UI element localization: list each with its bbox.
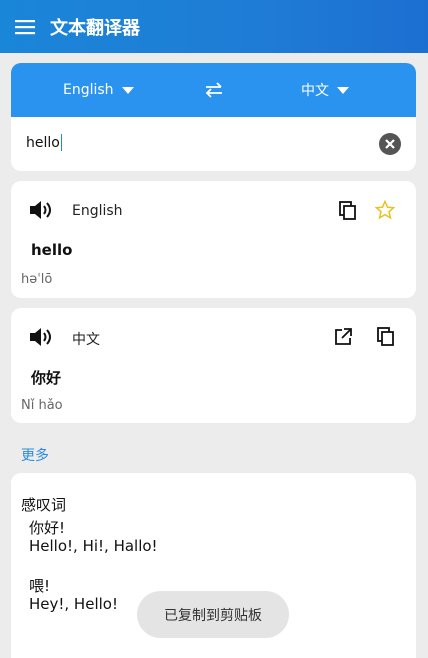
dictionary-entry-word: 喂!	[29, 577, 51, 595]
translation-input-box: hello	[11, 117, 416, 171]
favorite-button[interactable]	[374, 199, 396, 220]
input-value: hello	[26, 134, 60, 151]
menu-icon	[15, 19, 35, 34]
part-of-speech: 感叹词	[21, 496, 67, 514]
translation-input[interactable]: hello	[26, 134, 63, 151]
app-bar: 文本翻译器	[0, 0, 428, 53]
dictionary-entry-translations: Hello!, Hi!, Hallo!	[29, 537, 158, 555]
speaker-icon	[30, 201, 51, 219]
open-external-icon	[335, 328, 352, 345]
clear-input-button[interactable]	[379, 133, 401, 155]
app-title: 文本翻译器	[50, 17, 140, 39]
speaker-icon	[30, 328, 51, 346]
target-phonetic: Nǐ hǎo	[21, 398, 63, 413]
target-result-card: 中文 你好 Nǐ hǎo	[11, 308, 416, 423]
copied-toast: 已复制到剪贴板	[137, 591, 289, 638]
copy-source-button[interactable]	[338, 201, 358, 221]
clear-icon	[379, 133, 401, 155]
caret-down-icon	[121, 86, 134, 94]
source-language-selector[interactable]: English	[63, 63, 134, 117]
copy-target-button[interactable]	[376, 327, 396, 347]
more-link[interactable]: 更多	[21, 445, 49, 465]
caret-down-icon	[337, 86, 349, 94]
target-speak-button[interactable]	[29, 326, 55, 348]
menu-button[interactable]	[0, 0, 50, 53]
copy-icon	[339, 201, 356, 220]
source-word: hello	[31, 241, 73, 259]
swap-languages-button[interactable]	[201, 77, 227, 103]
open-external-button[interactable]	[333, 327, 353, 347]
target-language-label: 中文	[301, 83, 329, 99]
text-cursor	[60, 134, 63, 151]
language-bar: English 中文	[11, 63, 416, 117]
star-icon	[374, 199, 396, 220]
source-language-label: English	[63, 82, 114, 98]
dictionary-entry-translations: Hey!, Hello!	[29, 595, 118, 613]
target-language-selector[interactable]: 中文	[301, 63, 349, 117]
source-speak-button[interactable]	[29, 199, 55, 221]
copy-icon	[377, 327, 394, 346]
source-card-language: English	[72, 203, 123, 219]
target-card-language: 中文	[72, 332, 100, 348]
swap-icon	[205, 82, 222, 98]
source-result-card: English hello həˈlō	[11, 181, 416, 298]
target-word: 你好	[31, 369, 62, 387]
source-phonetic: həˈlō	[21, 272, 53, 287]
dictionary-entry-word: 你好!	[29, 519, 66, 537]
